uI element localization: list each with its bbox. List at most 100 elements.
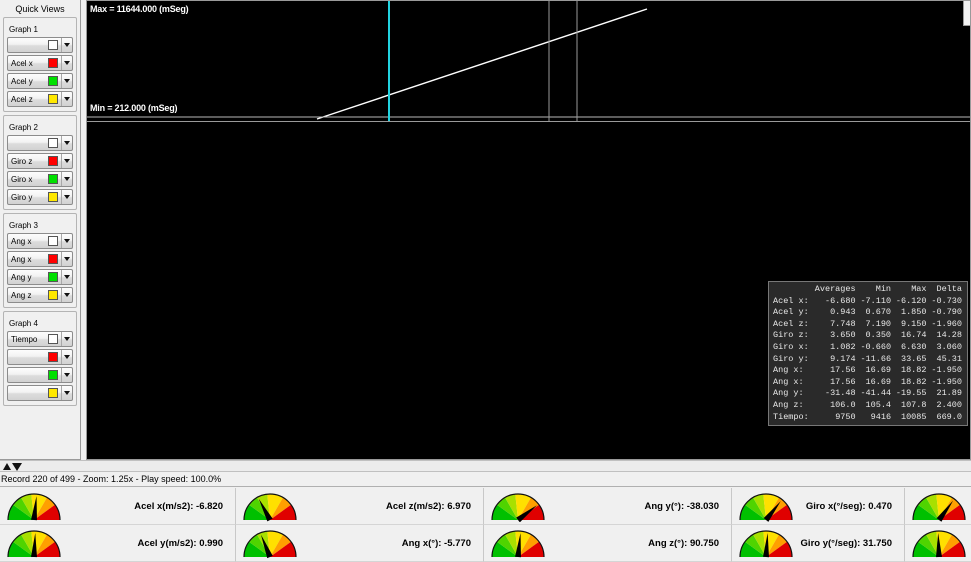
stats-cell-label: Ang x: [773,376,804,387]
stats-row: Ang x: 17.56 16.69 18.82 -1.950 [771,365,964,377]
chevron-down-icon[interactable] [61,386,72,400]
stats-row: Ang z: 106.0 105.4 107.8 2.400 [771,400,964,412]
nav-strip[interactable] [0,460,971,472]
stats-cell-delta: 14.28 [936,330,962,341]
gauge-dial-icon [739,492,793,522]
series-select-2-3[interactable]: Giro x [7,171,73,187]
stats-cell-max: 16.74 [900,330,927,341]
gauge-label: Giro y(°/seg): 31.750 [800,537,892,549]
gauge-label: Ang x(°): -5.770 [401,537,471,549]
stats-row: Tiempo: 9750 9416 10085 669.0 [771,412,964,424]
statistics-header-row: Averages Min Max Delta [771,284,964,296]
series-select-1-1[interactable] [7,37,73,53]
stats-cell-avg: 9750 [835,411,856,422]
series-select-label: Acel y [11,76,33,86]
chevron-down-icon[interactable] [61,136,72,150]
stats-cell-max: 9.150 [900,318,927,329]
statistics-grid: Averages Min Max Delta Acel x: -6.680 -7.110-… [771,284,964,423]
stats-cell-min: 16.69 [865,376,892,387]
stats-cell-avg: -31.48 [824,388,856,399]
stats-cell-max: 1.850 [900,307,927,318]
color-swatch [48,272,58,282]
series-select-label: Giro y [11,192,33,202]
stats-cell-avg: 17.56 [830,376,856,387]
color-swatch [48,94,58,104]
series-select-2-4[interactable]: Giro y [7,189,73,205]
gauge-dial-icon [243,492,297,521]
stats-cell-label: Giro z: [773,330,809,341]
stats-cell-delta: 45.31 [936,353,962,364]
stats-row: Giro x: 1.082 -0.660 6.630 3.060 [771,342,964,354]
stats-cell-label: Acel y: [773,307,809,318]
series-select-2-2[interactable]: Giro z [7,153,73,169]
gauge-cell[interactable]: Giro x(°/seg): 0.470 [732,488,905,525]
chevron-down-icon[interactable] [61,172,72,186]
gauge-label: Ang y(°): -38.030 [644,500,719,512]
stats-row: Acel x: -6.680 -7.110 -6.120 -0.730 [771,296,964,308]
corner-scroll-widget[interactable] [963,0,971,26]
color-swatch [48,156,58,166]
stats-column-header: Averages [814,284,856,294]
chevron-down-icon[interactable] [61,56,72,70]
series-select-4-4[interactable] [7,385,73,401]
series-select-1-2[interactable]: Acel x [7,55,73,71]
gauge-cell[interactable]: Ang y(°): -38.030 [484,488,732,525]
chevron-down-icon[interactable] [61,234,72,248]
graph-4[interactable]: Max = 11644.000 (mSeg) Min = 212.000 (mS… [87,0,970,122]
stats-row: Ang x: 17.56 16.69 18.82 -1.950 [771,377,964,389]
color-swatch [48,334,58,344]
quick-views-title: Quick Views [15,4,65,14]
gauge-cell[interactable]: Giro z(°/seg): 4.360 [905,488,971,525]
series-select-1-3[interactable]: Acel y [7,73,73,89]
gauge-cell[interactable]: Acel y(m/s2): 0.990 [0,525,236,562]
series-select-3-4[interactable]: Ang z [7,287,73,303]
stats-cell-avg: 3.650 [830,330,856,341]
series-select-4-1[interactable]: Tiempo [7,331,73,347]
chevron-down-icon[interactable] [61,38,72,52]
status-bar: Record 220 of 499 - Zoom: 1.25x - Play s… [0,472,971,487]
stats-cell-avg: 17.56 [830,365,856,376]
gauge-cell[interactable]: Ang x(°): -5.770 [236,525,484,562]
color-swatch [48,174,58,184]
gauge-cell[interactable]: Nro Dato: 220.000 [905,525,971,562]
series-select-1-4[interactable]: Acel z [7,91,73,107]
stats-cell-delta: -1.960 [931,318,962,329]
stats-cell-min: 105.4 [865,399,892,410]
gauge-label: Acel y(m/s2): 0.990 [137,537,223,549]
chevron-down-icon[interactable] [61,288,72,302]
gauge-cell[interactable]: Acel z(m/s2): 6.970 [236,488,484,525]
gauge-cell[interactable]: Giro y(°/seg): 31.750 [732,525,905,562]
chevron-down-icon[interactable] [61,92,72,106]
chevron-down-icon[interactable] [61,190,72,204]
gauge-dial-icon [491,529,545,557]
stats-row: Giro z: 3.650 0.350 16.74 14.28 [771,330,964,342]
color-swatch [48,138,58,148]
chevron-down-icon[interactable] [61,154,72,168]
series-select-3-3[interactable]: Ang y [7,269,73,285]
gauge-cell[interactable]: Ang z(°): 90.750 [484,525,732,562]
plot-area[interactable]: Max = 4.030 (m/s2)Max = 19.620 (m/s2)Max… [86,0,971,460]
scroll-down-icon[interactable] [12,463,22,471]
gauge-cell[interactable]: Acel x(m/s2): -6.820 [0,488,236,525]
gauge-dial-icon [243,529,297,558]
gauge-label: Giro z(°/seg): 4.360 [967,501,971,512]
series-select-4-3[interactable] [7,367,73,383]
chevron-down-icon[interactable] [61,74,72,88]
color-swatch [48,290,58,300]
stats-cell-delta: 669.0 [936,411,962,422]
chevron-down-icon[interactable] [61,350,72,364]
chevron-down-icon[interactable] [61,252,72,266]
series-select-2-1[interactable] [7,135,73,151]
stats-cell-max: -19.55 [895,388,927,399]
scroll-up-icon[interactable] [3,463,11,470]
chevron-down-icon[interactable] [61,368,72,382]
stats-cell-min: -0.660 [860,341,892,352]
series-select-3-2[interactable]: Ang x [7,251,73,267]
color-swatch [48,254,58,264]
series-select-4-2[interactable] [7,349,73,365]
series-select-label: Ang y [11,272,32,282]
series-select-3-1[interactable]: Ang x [7,233,73,249]
gauge-label: Acel z(m/s2): 6.970 [385,500,471,512]
chevron-down-icon[interactable] [61,270,72,284]
chevron-down-icon[interactable] [61,332,72,346]
